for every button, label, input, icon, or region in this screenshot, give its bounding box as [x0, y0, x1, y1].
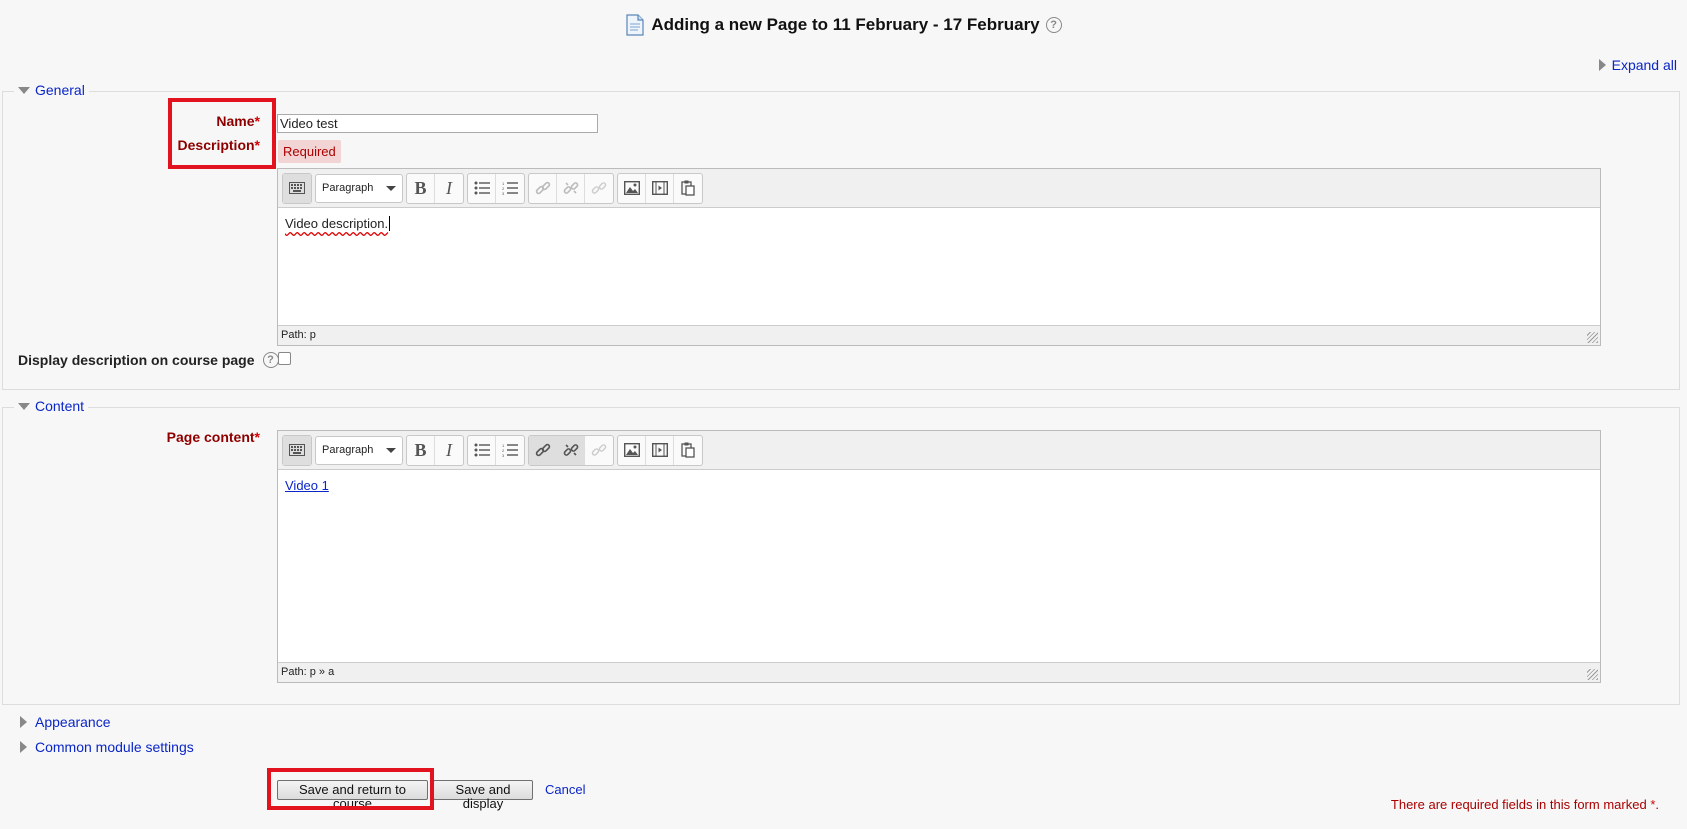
save-and-display-button[interactable]: Save and display: [433, 780, 533, 811]
insert-group: [617, 434, 703, 466]
editor-toolbar: Paragraph B I 123: [278, 169, 1600, 208]
italic-icon[interactable]: I: [435, 436, 463, 465]
required-note-text: There are required fields in this form m…: [1390, 797, 1647, 812]
description-content[interactable]: Video description.​: [278, 208, 1600, 239]
numbered-list-icon[interactable]: 123: [496, 174, 524, 203]
name-field[interactable]: [277, 114, 598, 133]
format-select[interactable]: Paragraph: [315, 435, 403, 465]
link-icon[interactable]: [529, 173, 557, 203]
toolbar-toggle-icon[interactable]: [283, 173, 311, 203]
text-style-group: B I: [406, 172, 464, 204]
expand-arrow-icon: [20, 716, 27, 728]
chevron-down-icon: [386, 447, 396, 453]
bullet-list-icon[interactable]: [468, 435, 496, 465]
description-editor[interactable]: Paragraph B I 123 Video description. Pat…: [277, 168, 1601, 346]
format-select-value: Paragraph: [322, 444, 374, 456]
help-icon[interactable]: ?: [262, 352, 279, 368]
resize-grip-icon[interactable]: [1587, 669, 1598, 680]
link-group: [528, 434, 614, 466]
image-icon[interactable]: [618, 173, 646, 203]
general-legend-label[interactable]: General: [35, 82, 85, 98]
anchor-icon[interactable]: [585, 174, 613, 203]
description-path: Path: p: [278, 325, 1600, 345]
collapse-arrow-icon: [18, 86, 30, 94]
required-star: *: [254, 113, 260, 129]
expand-all-link[interactable]: Expand all: [1598, 57, 1677, 73]
page-title-text: Adding a new Page to 11 February - 17 Fe…: [651, 15, 1040, 34]
bullet-list-icon[interactable]: [468, 173, 496, 203]
unlink-icon[interactable]: [557, 173, 585, 203]
display-description-label: Display description on course page ?: [18, 352, 279, 368]
common-module-settings-toggle[interactable]: Common module settings: [20, 739, 194, 755]
paste-icon[interactable]: [674, 174, 702, 203]
page-icon: [625, 14, 645, 36]
toolbar-toggle-group: [282, 172, 312, 204]
list-group: 123: [467, 172, 525, 204]
unlink-icon[interactable]: [557, 435, 585, 465]
italic-icon[interactable]: I: [435, 174, 463, 203]
format-select[interactable]: Paragraph: [315, 173, 403, 203]
display-description-text: Display description on course page: [18, 352, 255, 368]
list-group: 123: [467, 434, 525, 466]
description-label: Description*: [160, 137, 260, 153]
page-content-area[interactable]: Video 1: [278, 470, 1600, 501]
name-label-text: Name: [216, 113, 255, 129]
paste-icon[interactable]: [674, 436, 702, 465]
svg-text:3: 3: [502, 191, 505, 195]
svg-text:3: 3: [502, 453, 505, 457]
content-legend[interactable]: Content: [14, 398, 89, 414]
link-group: [528, 172, 614, 204]
required-star: *: [254, 429, 260, 445]
link-icon[interactable]: [529, 435, 557, 465]
expand-arrow-icon: [20, 741, 27, 753]
chevron-down-icon: [386, 185, 396, 191]
display-description-checkbox[interactable]: [278, 352, 291, 365]
resize-grip-icon[interactable]: [1587, 332, 1598, 343]
bold-icon[interactable]: B: [407, 173, 435, 203]
general-legend[interactable]: General: [14, 82, 89, 98]
page-content-path: Path: p » a: [278, 662, 1600, 682]
expand-all-label[interactable]: Expand all: [1612, 57, 1677, 73]
editor-toolbar: Paragraph B I 123: [278, 431, 1600, 470]
page-content-path-text: Path: p » a: [281, 666, 335, 678]
description-path-text: Path: p: [281, 329, 316, 341]
save-and-return-button[interactable]: Save and return to course: [277, 780, 428, 811]
help-icon[interactable]: ?: [1045, 17, 1062, 33]
insert-group: [617, 172, 703, 204]
description-text: Video description.: [285, 216, 389, 231]
required-star: *: [254, 137, 260, 153]
required-star: *: [1650, 797, 1656, 812]
page-title: Adding a new Page to 11 February - 17 Fe…: [0, 14, 1687, 36]
bold-icon[interactable]: B: [407, 435, 435, 465]
media-icon[interactable]: [646, 173, 674, 203]
required-error-tag: Required: [278, 140, 341, 163]
collapse-arrow-icon: [18, 402, 30, 410]
required-fields-note: There are required fields in this form m…: [1390, 797, 1659, 812]
expand-arrow-icon: [1598, 59, 1606, 71]
text-cursor: ​: [389, 216, 391, 231]
media-icon[interactable]: [646, 435, 674, 465]
text-style-group: B I: [406, 434, 464, 466]
image-icon[interactable]: [618, 435, 646, 465]
appearance-section-toggle[interactable]: Appearance: [20, 714, 111, 730]
page-content-label: Page content*: [160, 429, 260, 445]
page-content-label-text: Page content: [166, 429, 255, 445]
numbered-list-icon[interactable]: 123: [496, 436, 524, 465]
description-label-text: Description: [177, 137, 255, 153]
content-legend-label[interactable]: Content: [35, 398, 84, 414]
toolbar-toggle-group: [282, 434, 312, 466]
cancel-link[interactable]: Cancel: [545, 782, 585, 797]
video-link[interactable]: Video 1: [285, 478, 329, 493]
format-select-value: Paragraph: [322, 182, 374, 194]
common-module-settings-label[interactable]: Common module settings: [35, 739, 194, 755]
page-content-editor[interactable]: Paragraph B I 123 Video 1 Path: p » a: [277, 430, 1601, 683]
appearance-label[interactable]: Appearance: [35, 714, 111, 730]
anchor-icon[interactable]: [585, 436, 613, 465]
name-label: Name*: [160, 113, 260, 129]
toolbar-toggle-icon[interactable]: [283, 435, 311, 465]
